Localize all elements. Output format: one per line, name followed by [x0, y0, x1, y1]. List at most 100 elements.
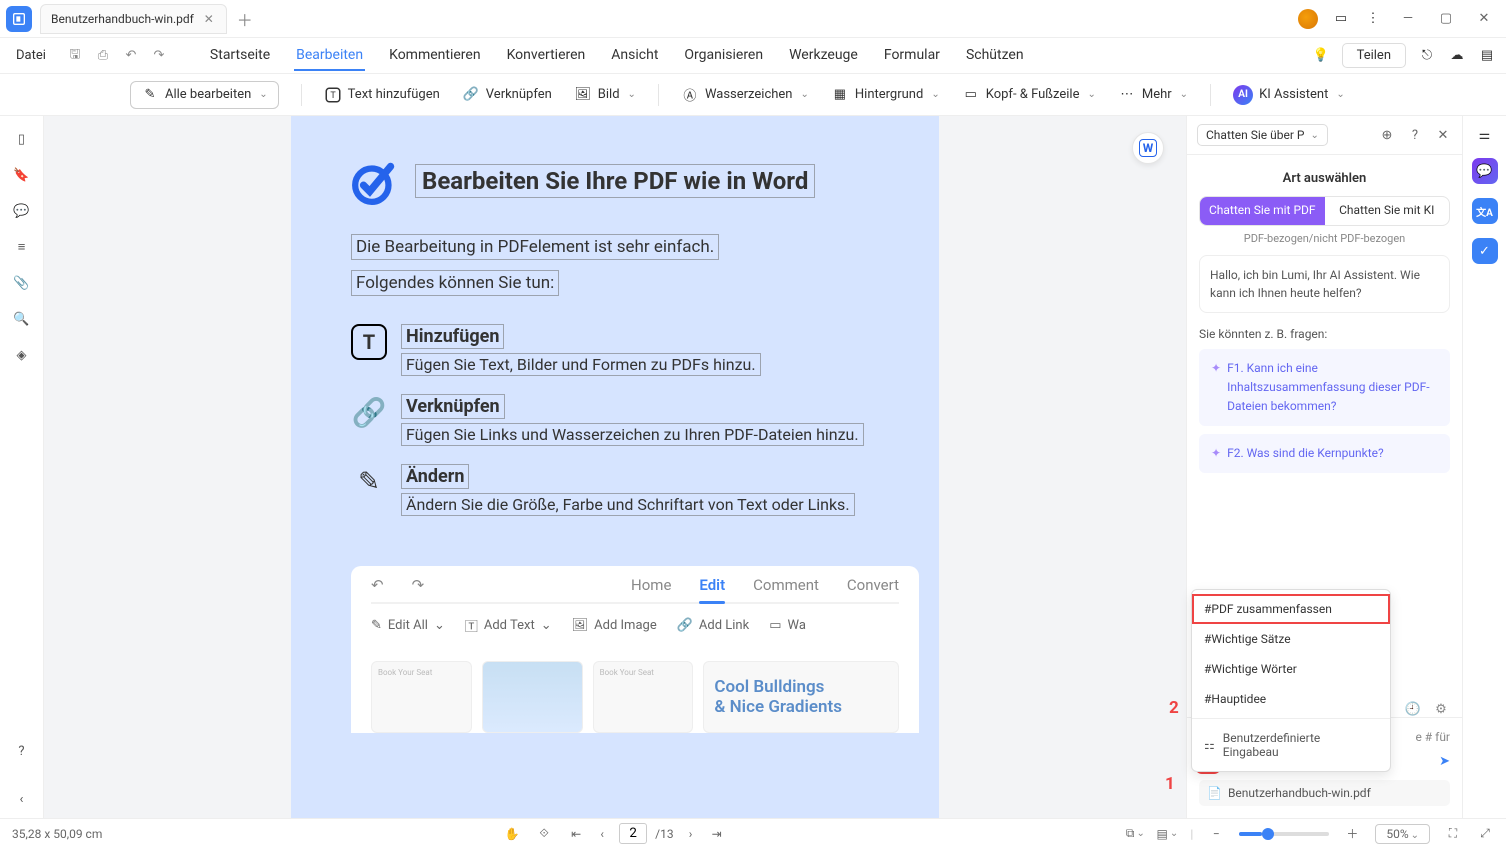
tab-ansicht[interactable]: Ansicht — [609, 41, 660, 71]
lightbulb-icon[interactable]: 💡 — [1312, 47, 1330, 65]
image-button[interactable]: 🖼 Bild — [574, 86, 636, 104]
share-button[interactable]: Teilen — [1342, 43, 1406, 68]
close-button[interactable]: ✕ — [1472, 7, 1496, 31]
close-icon[interactable]: ✕ — [202, 12, 216, 26]
tab-organisieren[interactable]: Organisieren — [682, 41, 765, 71]
popup-summarize[interactable]: #PDF zusammenfassen — [1192, 594, 1390, 624]
doc-title: Bearbeiten Sie Ihre PDF wie in Word — [415, 164, 815, 198]
hand-tool-icon[interactable]: ✋ — [503, 825, 521, 843]
comment-icon[interactable]: 💬 — [13, 202, 31, 220]
prev-page-icon[interactable]: ‹ — [593, 825, 611, 843]
popup-mainidea[interactable]: #Hauptidee — [1192, 684, 1390, 714]
settings-icon[interactable]: ⚙ — [1432, 700, 1450, 718]
text-icon: T — [351, 324, 387, 360]
translate-rail-icon[interactable]: 文A — [1472, 198, 1498, 224]
print-icon[interactable]: ⎙ — [94, 47, 112, 65]
cloud-upload-icon[interactable]: ☁ — [1448, 47, 1466, 65]
bookmark-icon[interactable]: 🔖 — [13, 166, 31, 184]
ai-mode-toggle[interactable]: Chatten Sie mit PDF Chatten Sie mit KI — [1199, 196, 1450, 226]
export-word-badge[interactable]: W — [1132, 132, 1164, 164]
zoom-value[interactable]: 50% — [1375, 824, 1430, 844]
document-tab[interactable]: Benutzerhandbuch-win.pdf ✕ — [40, 4, 227, 34]
tab-werkzeuge[interactable]: Werkzeuge — [787, 41, 860, 71]
layout-icon[interactable]: ▤ — [1158, 825, 1176, 843]
popup-words[interactable]: #Wichtige Wörter — [1192, 654, 1390, 684]
doc-paragraph: Die Bearbeitung in PDFelement ist sehr e… — [351, 234, 719, 260]
feature-desc: Fügen Sie Links und Wasserzeichen zu Ihr… — [401, 423, 864, 446]
collapse-icon[interactable]: ‹ — [13, 790, 31, 808]
kebab-icon[interactable]: ⋮ — [1364, 10, 1382, 28]
next-page-icon[interactable]: › — [682, 825, 700, 843]
attached-file[interactable]: 📄 Benutzerhandbuch-win.pdf — [1199, 780, 1450, 806]
panel-toggle-icon[interactable]: ▤ — [1478, 47, 1496, 65]
notification-icon[interactable]: ▭ — [1332, 10, 1350, 28]
new-chat-icon[interactable]: ⊕ — [1378, 126, 1396, 144]
tab-konvertieren[interactable]: Konvertieren — [505, 41, 588, 71]
view-mode-icon[interactable]: ⧉ — [1126, 825, 1144, 843]
popup-custom[interactable]: ⚏Benutzerdefinierte Eingabeau — [1192, 723, 1390, 767]
popup-sentences[interactable]: #Wichtige Sätze — [1192, 624, 1390, 654]
last-page-icon[interactable]: ⇥ — [708, 825, 726, 843]
history-icon[interactable]: 🕘 — [1404, 700, 1422, 718]
user-avatar[interactable] — [1298, 9, 1318, 29]
inner-addlink: 🔗 Add Link — [677, 618, 750, 633]
search-icon[interactable]: 🔍 — [13, 310, 31, 328]
tab-formular[interactable]: Formular — [882, 41, 942, 71]
zoom-slider[interactable] — [1239, 832, 1329, 836]
link-button[interactable]: 🔗 Verknüpfen — [462, 86, 552, 104]
close-panel-icon[interactable]: ✕ — [1434, 126, 1452, 144]
maximize-button[interactable]: ▢ — [1434, 7, 1458, 31]
toggle-ki[interactable]: Chatten Sie mit KI — [1325, 197, 1450, 225]
save-icon[interactable]: 🖫 — [66, 47, 84, 65]
redo-icon[interactable]: ↷ — [150, 47, 168, 65]
left-toolbar: ▯ 🔖 💬 ≡ 📎 🔍 ◈ ? ‹ — [0, 116, 44, 818]
add-text-button[interactable]: T Text hinzufügen — [324, 86, 440, 104]
ai-assistant-button[interactable]: AI KI Assistent — [1233, 85, 1345, 105]
help-icon[interactable]: ? — [1406, 126, 1424, 144]
background-icon: ▦ — [831, 86, 849, 104]
inner-convert: Convert — [847, 576, 899, 594]
edit-icon: ✎ — [351, 464, 387, 500]
page-input[interactable] — [619, 823, 647, 844]
suggestion-2[interactable]: ✦F2. Was sind die Kernpunkte? — [1199, 434, 1450, 473]
sliders-icon[interactable]: ⚌ — [1476, 126, 1494, 144]
tab-bearbeiten[interactable]: Bearbeiten — [294, 41, 365, 71]
first-page-icon[interactable]: ⇤ — [567, 825, 585, 843]
background-button[interactable]: ▦ Hintergrund — [831, 86, 940, 104]
undo-icon[interactable]: ↶ — [122, 47, 140, 65]
suggestion-1[interactable]: ✦F1. Kann ich eine Inhaltszusammenfassun… — [1199, 349, 1450, 427]
ai-greeting: Hallo, ich bin Lumi, Ihr AI Assistent. W… — [1199, 255, 1450, 313]
document-canvas[interactable]: W Bearbeiten Sie Ihre PDF wie in Word Di… — [44, 116, 1186, 818]
fields-icon[interactable]: ≡ — [13, 238, 31, 256]
check-rail-icon[interactable]: ✓ — [1472, 238, 1498, 264]
send-icon[interactable]: ➤ — [1439, 754, 1450, 769]
share-link-icon[interactable]: ⎋ — [1418, 47, 1436, 65]
fit-page-icon[interactable]: ⛶ — [1444, 825, 1462, 843]
layers-icon[interactable]: ◈ — [13, 346, 31, 364]
tab-schuetzen[interactable]: Schützen — [964, 41, 1026, 71]
select-tool-icon[interactable]: ⟐ — [535, 825, 553, 843]
watermark-button[interactable]: Ⓐ Wasserzeichen — [681, 86, 809, 104]
image-icon: 🖼 — [574, 86, 592, 104]
new-tab-button[interactable]: ＋ — [237, 7, 253, 31]
tab-kommentieren[interactable]: Kommentieren — [387, 41, 482, 71]
tab-startseite[interactable]: Startseite — [208, 41, 272, 71]
ai-context-selector[interactable]: Chatten Sie über P — [1197, 124, 1328, 146]
fullscreen-icon[interactable]: ⤢ — [1476, 825, 1494, 843]
zoom-out-icon[interactable]: − — [1207, 825, 1225, 843]
more-button[interactable]: ⋯ Mehr — [1118, 86, 1188, 104]
header-footer-button[interactable]: ▭ Kopf- & Fußzeile — [962, 86, 1096, 104]
attachment-icon[interactable]: 📎 — [13, 274, 31, 292]
menubar: Datei 🖫 ⎙ ↶ ↷ Startseite Bearbeiten Komm… — [0, 38, 1506, 74]
help-icon[interactable]: ? — [13, 742, 31, 760]
ai-rail-icon[interactable]: 💬 — [1472, 158, 1498, 184]
app-logo[interactable] — [6, 6, 32, 32]
zoom-in-icon[interactable]: ＋ — [1343, 825, 1361, 843]
watermark-icon: Ⓐ — [681, 86, 699, 104]
file-menu[interactable]: Datei — [10, 44, 52, 67]
edit-all-button[interactable]: ✎ Alle bearbeiten — [130, 81, 279, 109]
minimize-button[interactable]: — — [1396, 7, 1420, 31]
right-rail: ⚌ 💬 文A ✓ — [1462, 116, 1506, 818]
toggle-pdf[interactable]: Chatten Sie mit PDF — [1200, 197, 1325, 225]
thumbnail-icon[interactable]: ▯ — [13, 130, 31, 148]
